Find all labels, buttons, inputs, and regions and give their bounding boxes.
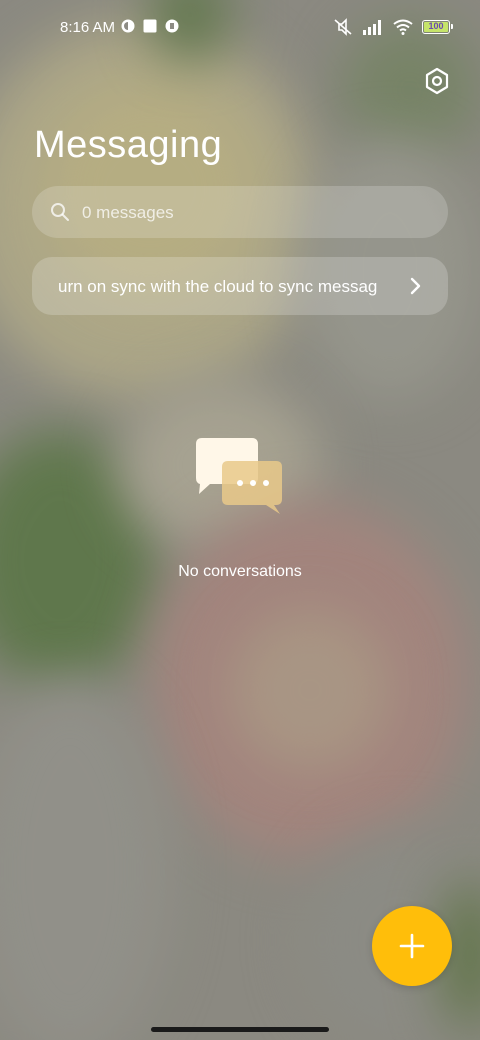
battery-level: 100 [428, 21, 444, 31]
battery-icon: 100 [422, 20, 453, 34]
vpn-icon [121, 19, 135, 33]
wifi-icon [393, 19, 413, 35]
plus-icon [399, 933, 425, 959]
page-title: Messaging [34, 124, 223, 166]
square-icon [143, 19, 157, 33]
cloud-sync-banner[interactable]: urn on sync with the cloud to sync messa… [32, 257, 448, 315]
search-bar[interactable]: 0 messages [32, 186, 448, 238]
sync-banner-text: urn on sync with the cloud to sync messa… [58, 277, 378, 296]
vpn-icon [165, 19, 179, 33]
mute-icon [334, 18, 352, 36]
chat-bubbles-icon [196, 438, 282, 514]
status-time: 8:16 AM [60, 19, 116, 36]
new-conversation-button[interactable] [372, 906, 452, 986]
empty-state-text: No conversations [178, 563, 302, 580]
search-placeholder: 0 messages [82, 203, 174, 222]
search-icon [51, 203, 69, 221]
signal-icon [363, 20, 381, 35]
chevron-right-icon[interactable] [408, 277, 424, 295]
gear-icon [425, 67, 449, 95]
home-indicator[interactable] [151, 1027, 329, 1032]
status-bar: 8:16 AM 100 [0, 0, 480, 56]
settings-button[interactable] [422, 66, 452, 96]
